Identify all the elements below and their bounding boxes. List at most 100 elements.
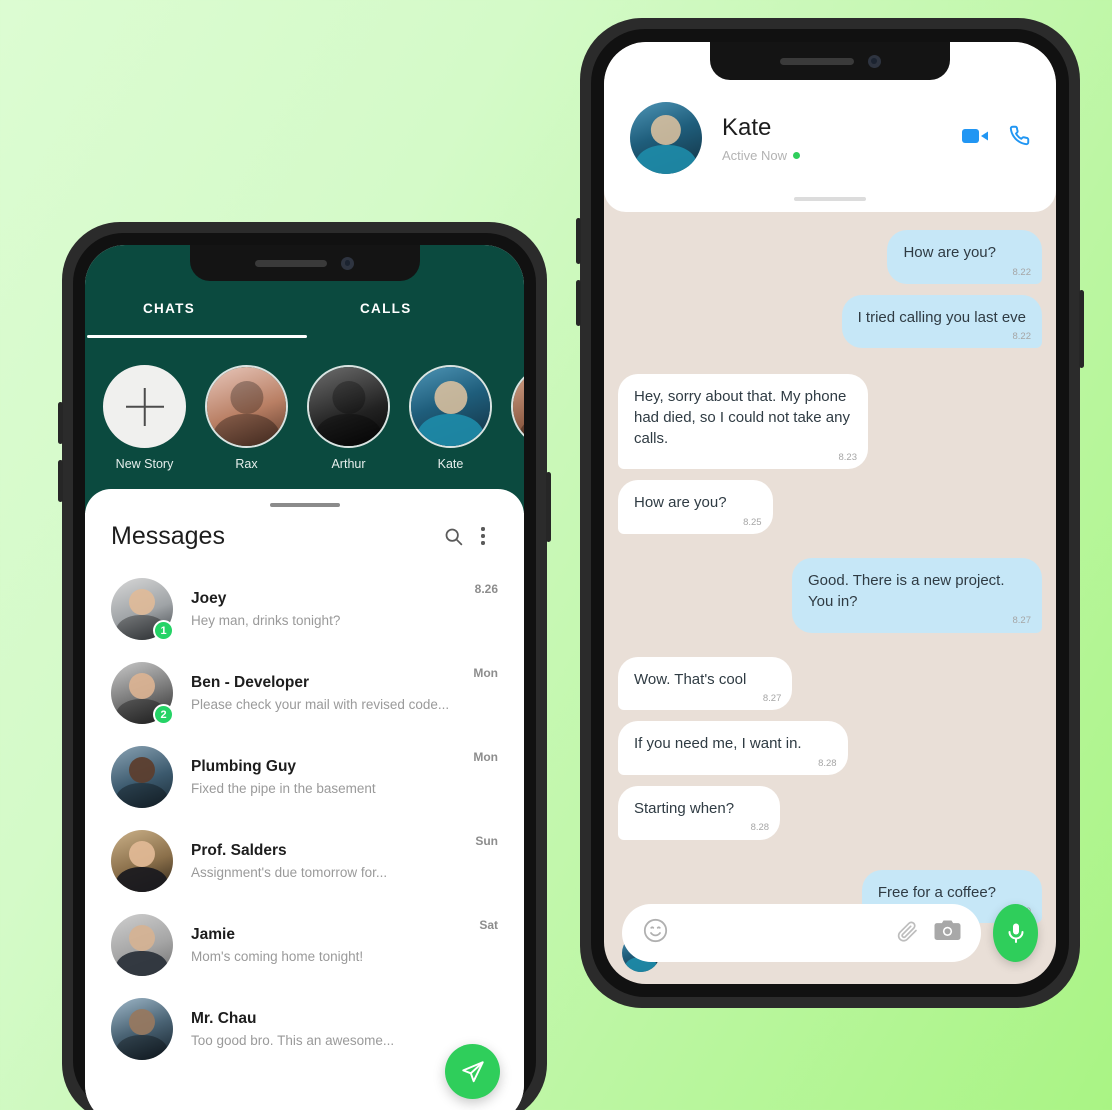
message-text: If you need me, I want in. — [634, 735, 802, 753]
smiley-face-icon[interactable] — [642, 917, 669, 949]
message-bubble-outgoing[interactable]: How are you? 8.22 — [887, 230, 1042, 284]
story-rax[interactable]: Rax — [205, 365, 288, 471]
message-time: 8.27 — [1012, 615, 1032, 627]
chats-header: CHATS CALLS New Story Rax Arthur Kate — [85, 245, 524, 513]
message-time: 8.28 — [818, 757, 837, 769]
tab-calls[interactable]: CALLS — [360, 301, 412, 316]
message-bubble-incoming[interactable]: Wow. That's cool 8.27 — [618, 656, 793, 711]
message-bubble-incoming[interactable]: How are you? 8.25 — [618, 480, 773, 535]
message-row: How are you? 8.22 — [618, 230, 1042, 284]
front-camera-right — [867, 54, 881, 68]
camera-icon[interactable] — [934, 919, 961, 948]
story-avatar-partial — [511, 365, 524, 448]
messages-sheet: Messages 1 Joey Hey man, drinks tonight?… — [85, 489, 524, 1110]
chat-preview: Please check your mail with revised code… — [191, 697, 450, 712]
message-composer — [604, 904, 1056, 962]
story-avatar-kate — [409, 365, 492, 448]
chat-name: Prof. Salders — [191, 842, 287, 859]
tab-chats[interactable]: CHATS — [143, 301, 195, 316]
search-icon[interactable] — [438, 521, 468, 551]
status-badge: Active Now — [722, 148, 962, 163]
avatar-photo — [111, 746, 173, 808]
table-row[interactable]: Plumbing Guy Fixed the pipe in the basem… — [85, 735, 524, 819]
message-text: Good. There is a new project. You in? — [808, 572, 1005, 610]
volume-up-button-left[interactable] — [58, 402, 63, 444]
story-avatar-rax — [205, 365, 288, 448]
message-text: How are you? — [634, 494, 727, 512]
story-avatar-arthur — [307, 365, 390, 448]
header-drag-handle[interactable] — [794, 197, 866, 201]
message-thread[interactable]: How are you? 8.22 I tried calling you la… — [604, 212, 1056, 984]
paperclip-icon[interactable] — [896, 919, 920, 948]
message-row: How are you? 8.25 — [618, 480, 1042, 535]
phone-call-icon[interactable] — [1009, 125, 1030, 151]
volume-down-button-left[interactable] — [58, 460, 63, 502]
online-dot-icon — [793, 151, 801, 159]
message-text: How are you? — [903, 244, 996, 261]
message-time: 8.23 — [838, 452, 858, 464]
message-bubble-incoming[interactable]: Starting when? 8.28 — [618, 785, 781, 840]
chat-preview: Mom's coming home tonight! — [191, 949, 364, 964]
story-avatar-new — [103, 365, 186, 448]
plus-icon — [105, 367, 184, 446]
story-new[interactable]: New Story — [103, 365, 186, 471]
chat-list[interactable]: 1 Joey Hey man, drinks tonight? 8.26 2 B… — [85, 567, 524, 1071]
story-label-new: New Story — [115, 457, 174, 471]
video-camera-icon[interactable] — [962, 126, 989, 151]
avatar: 1 — [111, 578, 174, 641]
story-partial[interactable] — [511, 365, 524, 448]
compose-message-button[interactable] — [445, 1044, 500, 1099]
avatar[interactable] — [630, 102, 702, 174]
message-row: If you need me, I want in. 8.28 — [618, 721, 1042, 775]
chat-name: Mr. Chau — [191, 1010, 257, 1027]
message-row: Hey, sorry about that. My phone had died… — [618, 374, 1042, 470]
chat-preview: Too good bro. This an awesome... — [191, 1033, 395, 1048]
front-camera-left — [341, 256, 354, 270]
avatar-photo — [111, 830, 173, 892]
power-button-right[interactable] — [1079, 290, 1084, 368]
avatar-photo — [111, 914, 173, 976]
avatar-photo — [513, 367, 524, 446]
volume-down-button-right[interactable] — [576, 280, 581, 326]
avatar-photo — [411, 367, 490, 446]
notch-left — [189, 245, 420, 281]
kebab-menu-icon[interactable] — [468, 521, 498, 551]
chat-name: Plumbing Guy — [191, 758, 297, 775]
avatar-photo — [309, 367, 388, 446]
avatar — [111, 914, 173, 976]
table-row[interactable]: 2 Ben - Developer Please check your mail… — [85, 651, 524, 735]
message-bubble-outgoing[interactable]: I tried calling you last eve 8.22 — [841, 294, 1042, 349]
avatar-photo — [207, 367, 286, 446]
screen-right: Kate Active Now How are you? 8.22 I trie… — [604, 42, 1056, 984]
message-bubble-incoming[interactable]: If you need me, I want in. 8.28 — [618, 721, 848, 775]
message-time: 8.25 — [743, 517, 762, 529]
chat-time: Sat — [479, 918, 498, 932]
message-bubble-outgoing[interactable]: Good. There is a new project. You in? 8.… — [792, 558, 1042, 633]
message-input[interactable] — [622, 904, 981, 962]
phone-chats-list: CHATS CALLS New Story Rax Arthur Kate Me… — [58, 222, 551, 1110]
messages-header: Messages — [85, 507, 524, 551]
voice-record-button[interactable] — [993, 904, 1038, 962]
power-button-left[interactable] — [546, 472, 551, 542]
message-time: 8.28 — [750, 822, 770, 834]
message-text: Free for a coffee? — [877, 883, 996, 901]
chat-preview: Hey man, drinks tonight? — [191, 613, 341, 628]
unread-badge: 1 — [153, 620, 174, 641]
story-label-rax: Rax — [235, 457, 258, 471]
message-text-input[interactable] — [683, 924, 882, 942]
chat-time: 8.26 — [474, 582, 498, 596]
table-row[interactable]: Prof. Salders Assignment's due tomorrow … — [85, 819, 524, 903]
avatar — [111, 746, 173, 808]
page-title: Messages — [111, 521, 225, 550]
table-row[interactable]: Jamie Mom's coming home tonight! Sat — [85, 903, 524, 987]
story-label-kate: Kate — [437, 457, 464, 471]
stories-row[interactable]: New Story Rax Arthur Kate — [85, 365, 524, 495]
chat-preview: Assignment's due tomorrow for... — [191, 865, 388, 880]
message-bubble-incoming[interactable]: Hey, sorry about that. My phone had died… — [618, 374, 868, 470]
volume-up-button-right[interactable] — [576, 218, 581, 264]
table-row[interactable]: 1 Joey Hey man, drinks tonight? 8.26 — [85, 567, 524, 651]
story-arthur[interactable]: Arthur — [307, 365, 390, 471]
story-kate[interactable]: Kate — [409, 365, 492, 471]
earpiece-speaker-left — [255, 259, 327, 267]
message-row: Good. There is a new project. You in? 8.… — [618, 558, 1042, 633]
